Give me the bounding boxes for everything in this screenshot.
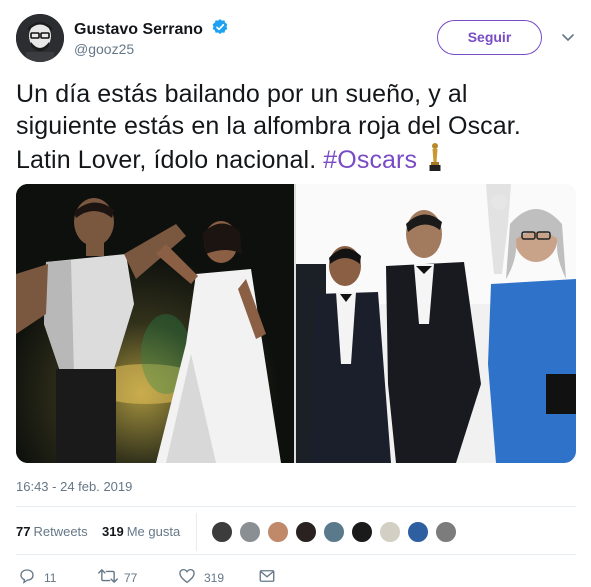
- user-handle[interactable]: @gooz25: [74, 41, 134, 57]
- tweet-text-line: Latin Lover, ídolo nacional. #Oscars: [16, 142, 581, 176]
- follow-button[interactable]: Seguir: [437, 20, 542, 55]
- verified-badge-icon: [213, 19, 228, 34]
- liker-avatar[interactable]: [238, 520, 262, 544]
- liker-avatar[interactable]: [266, 520, 290, 544]
- media-grid: [16, 184, 576, 463]
- tweet-text-line: Un día estás bailando por un sueño, y al: [16, 80, 468, 108]
- tweet-text: Un día estás bailando por un sueño, y al…: [16, 78, 581, 176]
- oscar-trophy-icon: [429, 143, 441, 171]
- liker-avatar[interactable]: [322, 520, 346, 544]
- liker-avatar[interactable]: [350, 520, 374, 544]
- engagement-stats: 77 Retweets 319 Me gusta: [16, 513, 576, 551]
- liker-avatar[interactable]: [434, 520, 458, 544]
- likes-stat[interactable]: 319 Me gusta: [102, 524, 180, 539]
- liker-avatar[interactable]: [378, 520, 402, 544]
- divider: [196, 513, 197, 551]
- liker-avatar[interactable]: [406, 520, 430, 544]
- tweet-actions: 11 77 319: [16, 565, 416, 587]
- tweet-text-line: siguiente estás en la alfombra roja del …: [16, 112, 521, 140]
- chevron-down-icon[interactable]: [561, 30, 575, 44]
- dancing-couple-photo[interactable]: [16, 184, 294, 463]
- tweet-timestamp[interactable]: 16:43 - 24 feb. 2019: [16, 479, 132, 494]
- liker-avatar[interactable]: [210, 520, 234, 544]
- heart-icon: [179, 568, 195, 584]
- divider: [16, 554, 576, 555]
- display-name[interactable]: Gustavo Serrano: [74, 18, 229, 39]
- divider: [16, 506, 576, 507]
- hashtag-link[interactable]: #Oscars: [323, 146, 417, 174]
- avatar[interactable]: [16, 14, 64, 62]
- tweet-header: Gustavo Serrano @gooz25 Seguir: [16, 14, 578, 64]
- retweets-stat[interactable]: 77 Retweets: [16, 524, 88, 539]
- retweet-icon: [98, 569, 118, 583]
- reply-icon: [20, 569, 34, 584]
- red-carpet-oscars-photo[interactable]: [296, 184, 576, 463]
- liker-avatar[interactable]: [294, 520, 318, 544]
- envelope-icon: [259, 570, 275, 582]
